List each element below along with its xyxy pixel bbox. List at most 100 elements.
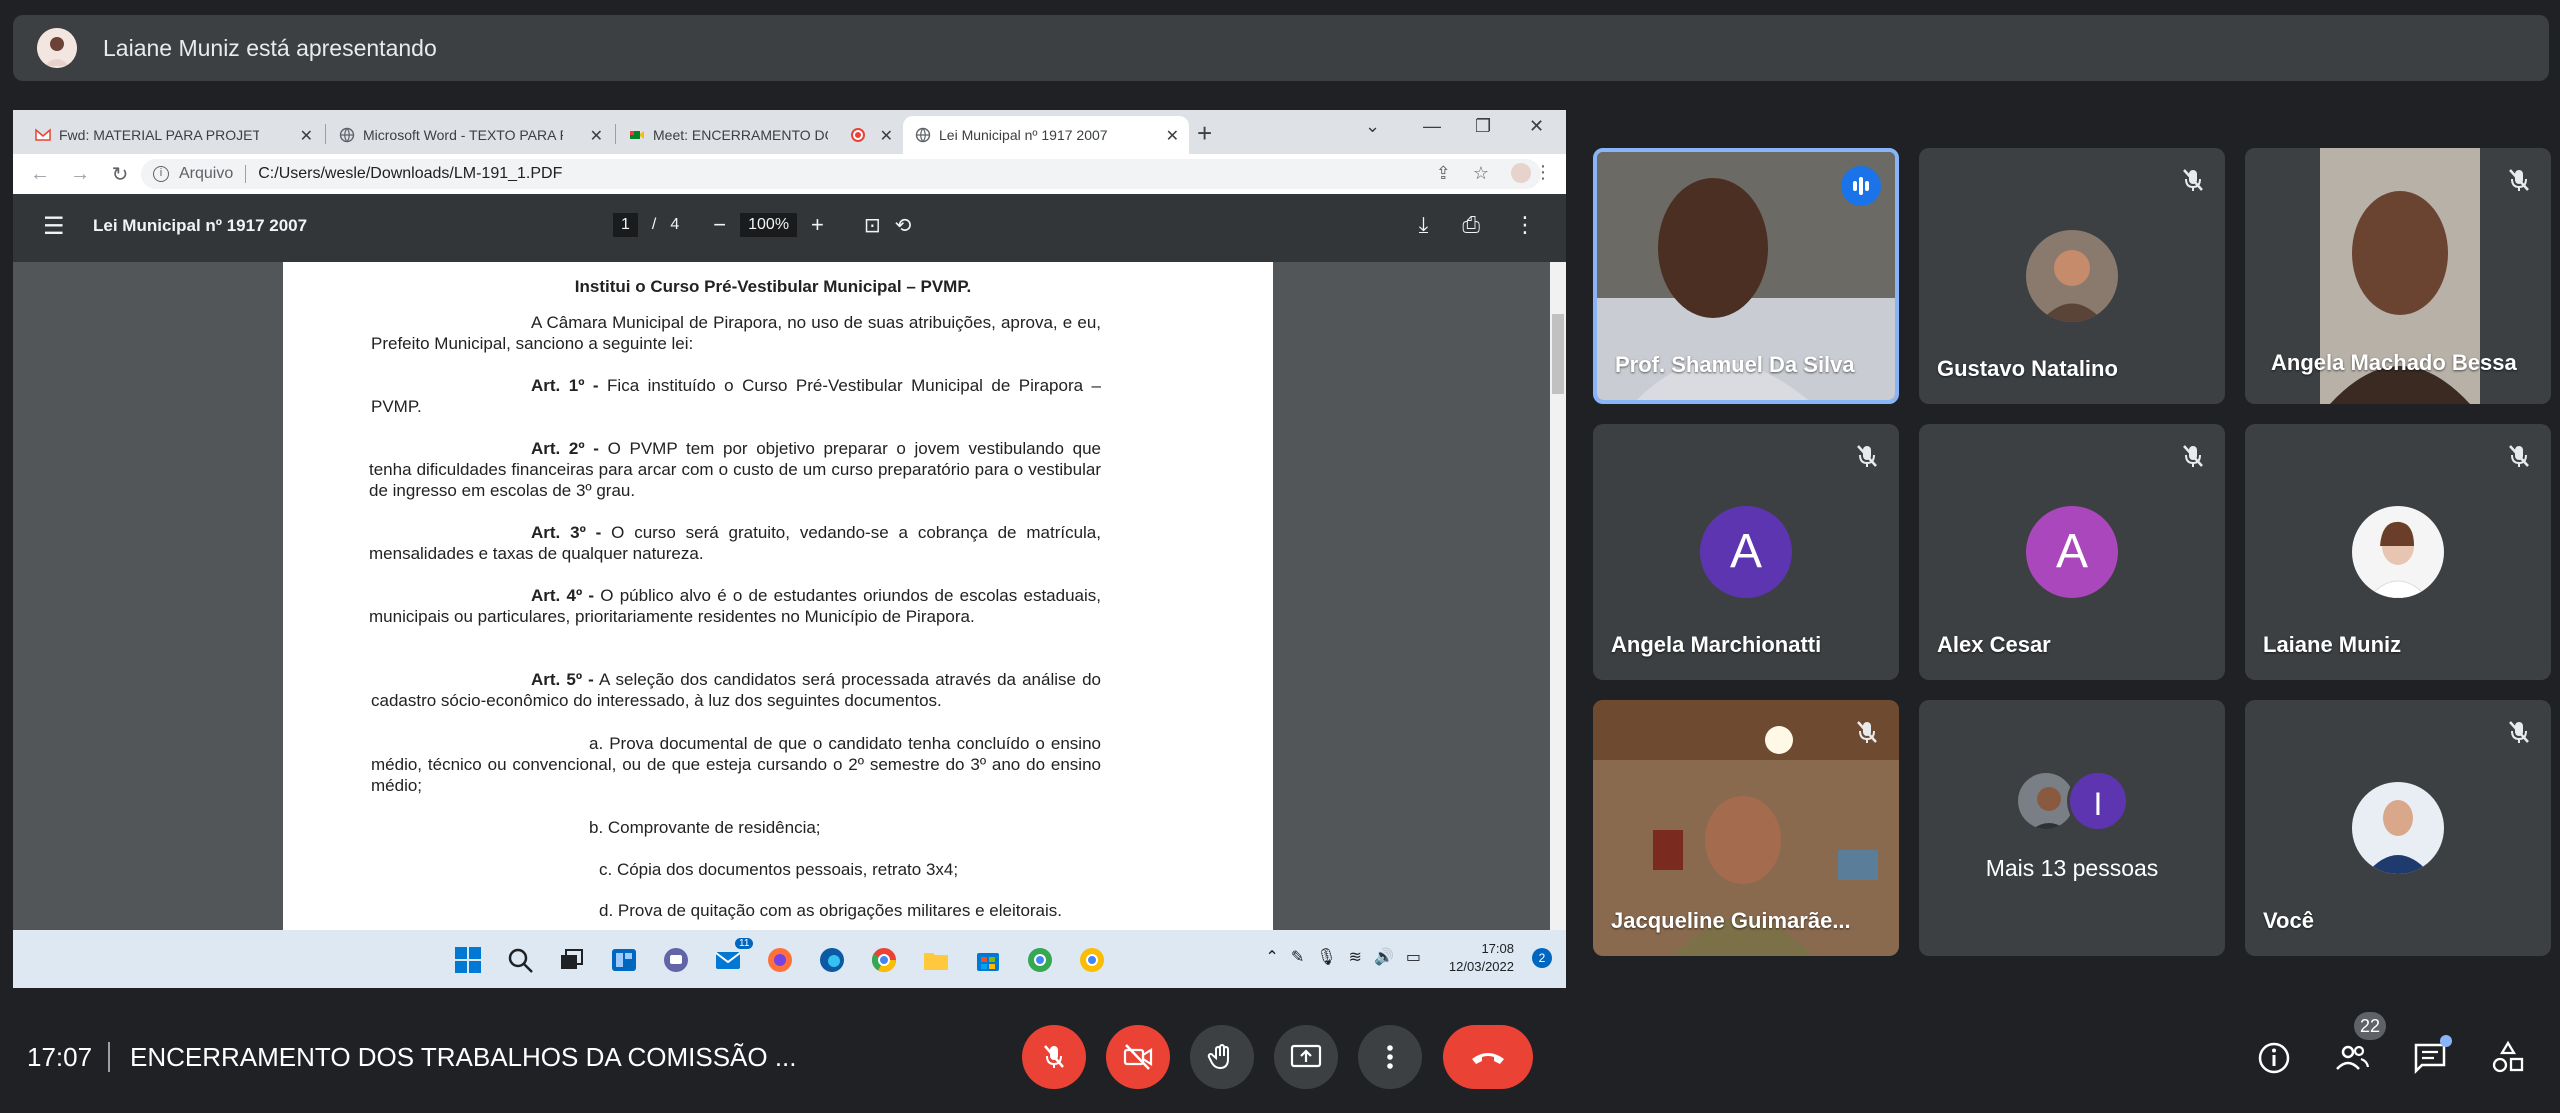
- more-options-button[interactable]: [1358, 1025, 1422, 1089]
- pdf-art4: Art. 4º - O público alvo é o de estudant…: [369, 586, 1101, 626]
- zoom-in-icon[interactable]: +: [811, 212, 824, 238]
- tab-meet[interactable]: Meet: ENCERRAMENTO DOS ✕: [617, 116, 903, 154]
- close-icon[interactable]: ✕: [300, 126, 313, 146]
- windows-start-icon[interactable]: [453, 945, 483, 975]
- microphone-icon[interactable]: 🎙: [1316, 947, 1336, 967]
- recording-icon: [851, 128, 865, 142]
- participant-tile[interactable]: A Angela Marchionatti: [1593, 424, 1899, 680]
- globe-icon: [915, 127, 931, 143]
- close-icon[interactable]: ✕: [880, 126, 893, 146]
- zoom-out-icon[interactable]: −: [713, 212, 726, 238]
- tab-search-icon[interactable]: ⌄: [1365, 116, 1380, 137]
- edge-icon[interactable]: [817, 945, 847, 975]
- pdf-heading: Institui o Curso Pré-Vestibular Municipa…: [574, 277, 972, 296]
- menu-icon[interactable]: ☰: [43, 212, 65, 241]
- pdf-art3: Art. 3º - O curso será gratuito, vedando…: [369, 523, 1101, 563]
- mic-off-icon: [2509, 721, 2529, 743]
- camera-off-icon: [1123, 1044, 1153, 1070]
- info-icon[interactable]: i: [153, 166, 169, 182]
- task-view-icon[interactable]: [557, 945, 587, 975]
- zoom-level[interactable]: 100%: [740, 213, 798, 237]
- url-text: C:/Users/wesle/Downloads/LM-191_1.PDF: [258, 165, 563, 182]
- more-participants-tile[interactable]: I Mais 13 pessoas: [1919, 700, 2225, 956]
- url-field[interactable]: i Arquivo C:/Users/wesle/Downloads/LM-19…: [141, 159, 1541, 189]
- mail-icon[interactable]: [713, 945, 743, 975]
- camera-toggle-button[interactable]: [1106, 1025, 1170, 1089]
- microphone-toggle-button[interactable]: [1022, 1025, 1086, 1089]
- close-window-button[interactable]: ✕: [1529, 116, 1544, 137]
- globe-icon: [339, 127, 355, 143]
- minimize-button[interactable]: —: [1423, 116, 1441, 137]
- activities-icon[interactable]: [2490, 1040, 2526, 1076]
- participant-tile[interactable]: Gustavo Natalino: [1919, 148, 2225, 404]
- restore-button[interactable]: ❐: [1475, 116, 1491, 137]
- profile-avatar[interactable]: [1511, 163, 1531, 183]
- pen-icon[interactable]: ✎: [1291, 947, 1304, 967]
- tab-pdf[interactable]: Lei Municipal nº 1917 2007 ✕: [903, 116, 1189, 154]
- search-icon[interactable]: [505, 945, 535, 975]
- pdf-viewport[interactable]: Institui o Curso Pré-Vestibular Municipa…: [13, 262, 1566, 930]
- participant-tile-self[interactable]: Você: [2245, 700, 2551, 956]
- participant-tile[interactable]: A Alex Cesar: [1919, 424, 2225, 680]
- pdf-scrollbar[interactable]: [1550, 262, 1566, 930]
- new-tab-button[interactable]: +: [1197, 118, 1212, 149]
- avatar: A: [2026, 506, 2118, 598]
- leave-call-button[interactable]: [1443, 1025, 1533, 1089]
- people-count-badge: 22: [2354, 1012, 2386, 1040]
- print-icon[interactable]: ⎙: [1462, 212, 1480, 238]
- back-button[interactable]: ←: [27, 163, 53, 186]
- page-number-input[interactable]: 1: [613, 213, 638, 237]
- raise-hand-button[interactable]: [1190, 1025, 1254, 1089]
- browser-menu-icon[interactable]: ⋮: [1534, 162, 1552, 183]
- participant-name: Jacqueline Guimarãe...: [1611, 908, 1851, 933]
- taskbar-clock[interactable]: 17:08 12/03/2022: [1449, 940, 1514, 976]
- firefox-icon[interactable]: [765, 945, 795, 975]
- more-options-icon[interactable]: ⋮: [1514, 212, 1536, 238]
- participant-tile[interactable]: Prof. Shamuel Da Silva: [1593, 148, 1899, 404]
- chevron-up-icon[interactable]: ⌃: [1265, 947, 1278, 967]
- close-icon[interactable]: ✕: [590, 126, 603, 146]
- notification-badge[interactable]: 2: [1532, 948, 1552, 968]
- participant-tile[interactable]: Jacqueline Guimarãe...: [1593, 700, 1899, 956]
- volume-icon[interactable]: 🔊: [1374, 947, 1394, 967]
- participant-tile[interactable]: Laiane Muniz: [2245, 424, 2551, 680]
- tab-word[interactable]: Microsoft Word - TEXTO PARA RE ✕: [327, 116, 613, 154]
- fit-page-icon[interactable]: ⊡: [864, 213, 881, 238]
- reload-button[interactable]: ↻: [107, 162, 133, 187]
- present-icon: [1290, 1044, 1322, 1068]
- file-explorer-icon[interactable]: [921, 945, 951, 975]
- participant-name: Alex Cesar: [1937, 632, 2051, 657]
- wifi-icon[interactable]: ≋: [1349, 947, 1362, 967]
- download-icon[interactable]: ⤓: [1419, 212, 1429, 238]
- participant-name: Você: [2263, 908, 2314, 933]
- windows-taskbar: 11 ⌃ ✎ 🎙 ≋ 🔊 ▭ 17:08 12/03/2022 2: [13, 930, 1566, 988]
- meet-icon: [630, 131, 644, 139]
- present-screen-button[interactable]: [1274, 1025, 1338, 1089]
- bookmark-star-icon[interactable]: ☆: [1473, 163, 1489, 184]
- participant-name: Gustavo Natalino: [1937, 356, 2118, 381]
- avatar: [2352, 782, 2444, 874]
- hand-icon: [1207, 1044, 1229, 1070]
- forward-button[interactable]: →: [67, 163, 93, 186]
- pdf-item-b: b. Comprovante de residência;: [589, 818, 821, 837]
- people-icon[interactable]: [2334, 1040, 2370, 1076]
- chrome-profile-icon[interactable]: [1025, 945, 1055, 975]
- close-icon[interactable]: ✕: [1166, 126, 1179, 146]
- battery-icon[interactable]: ▭: [1406, 947, 1421, 967]
- pdf-toolbar: ☰ Lei Municipal nº 1917 2007 1 / 4 − 100…: [13, 194, 1566, 262]
- pdf-art1: Art. 1º - Fica instituído o Curso Pré-Ve…: [371, 376, 1101, 416]
- teams-chat-icon[interactable]: [661, 945, 691, 975]
- share-icon[interactable]: ⇪: [1436, 163, 1451, 184]
- pdf-intro: A Câmara Municipal de Pirapora, no uso d…: [371, 313, 1101, 353]
- chrome-profile-icon[interactable]: [1077, 945, 1107, 975]
- store-icon[interactable]: [973, 945, 1003, 975]
- participant-tile[interactable]: Angela Machado Bessa: [2245, 148, 2551, 404]
- meeting-title[interactable]: ENCERRAMENTO DOS TRABALHOS DA COMISSÃO .…: [130, 1042, 797, 1073]
- widgets-icon[interactable]: [609, 945, 639, 975]
- tab-gmail[interactable]: Fwd: MATERIAL PARA PROJETAR ✕: [23, 116, 323, 154]
- meeting-info-icon[interactable]: [2256, 1040, 2292, 1076]
- participant-name: Laiane Muniz: [2263, 632, 2402, 657]
- more-participants-label: Mais 13 pessoas: [1985, 855, 2159, 881]
- chrome-icon[interactable]: [869, 945, 899, 975]
- rotate-icon[interactable]: ⟲: [895, 213, 912, 238]
